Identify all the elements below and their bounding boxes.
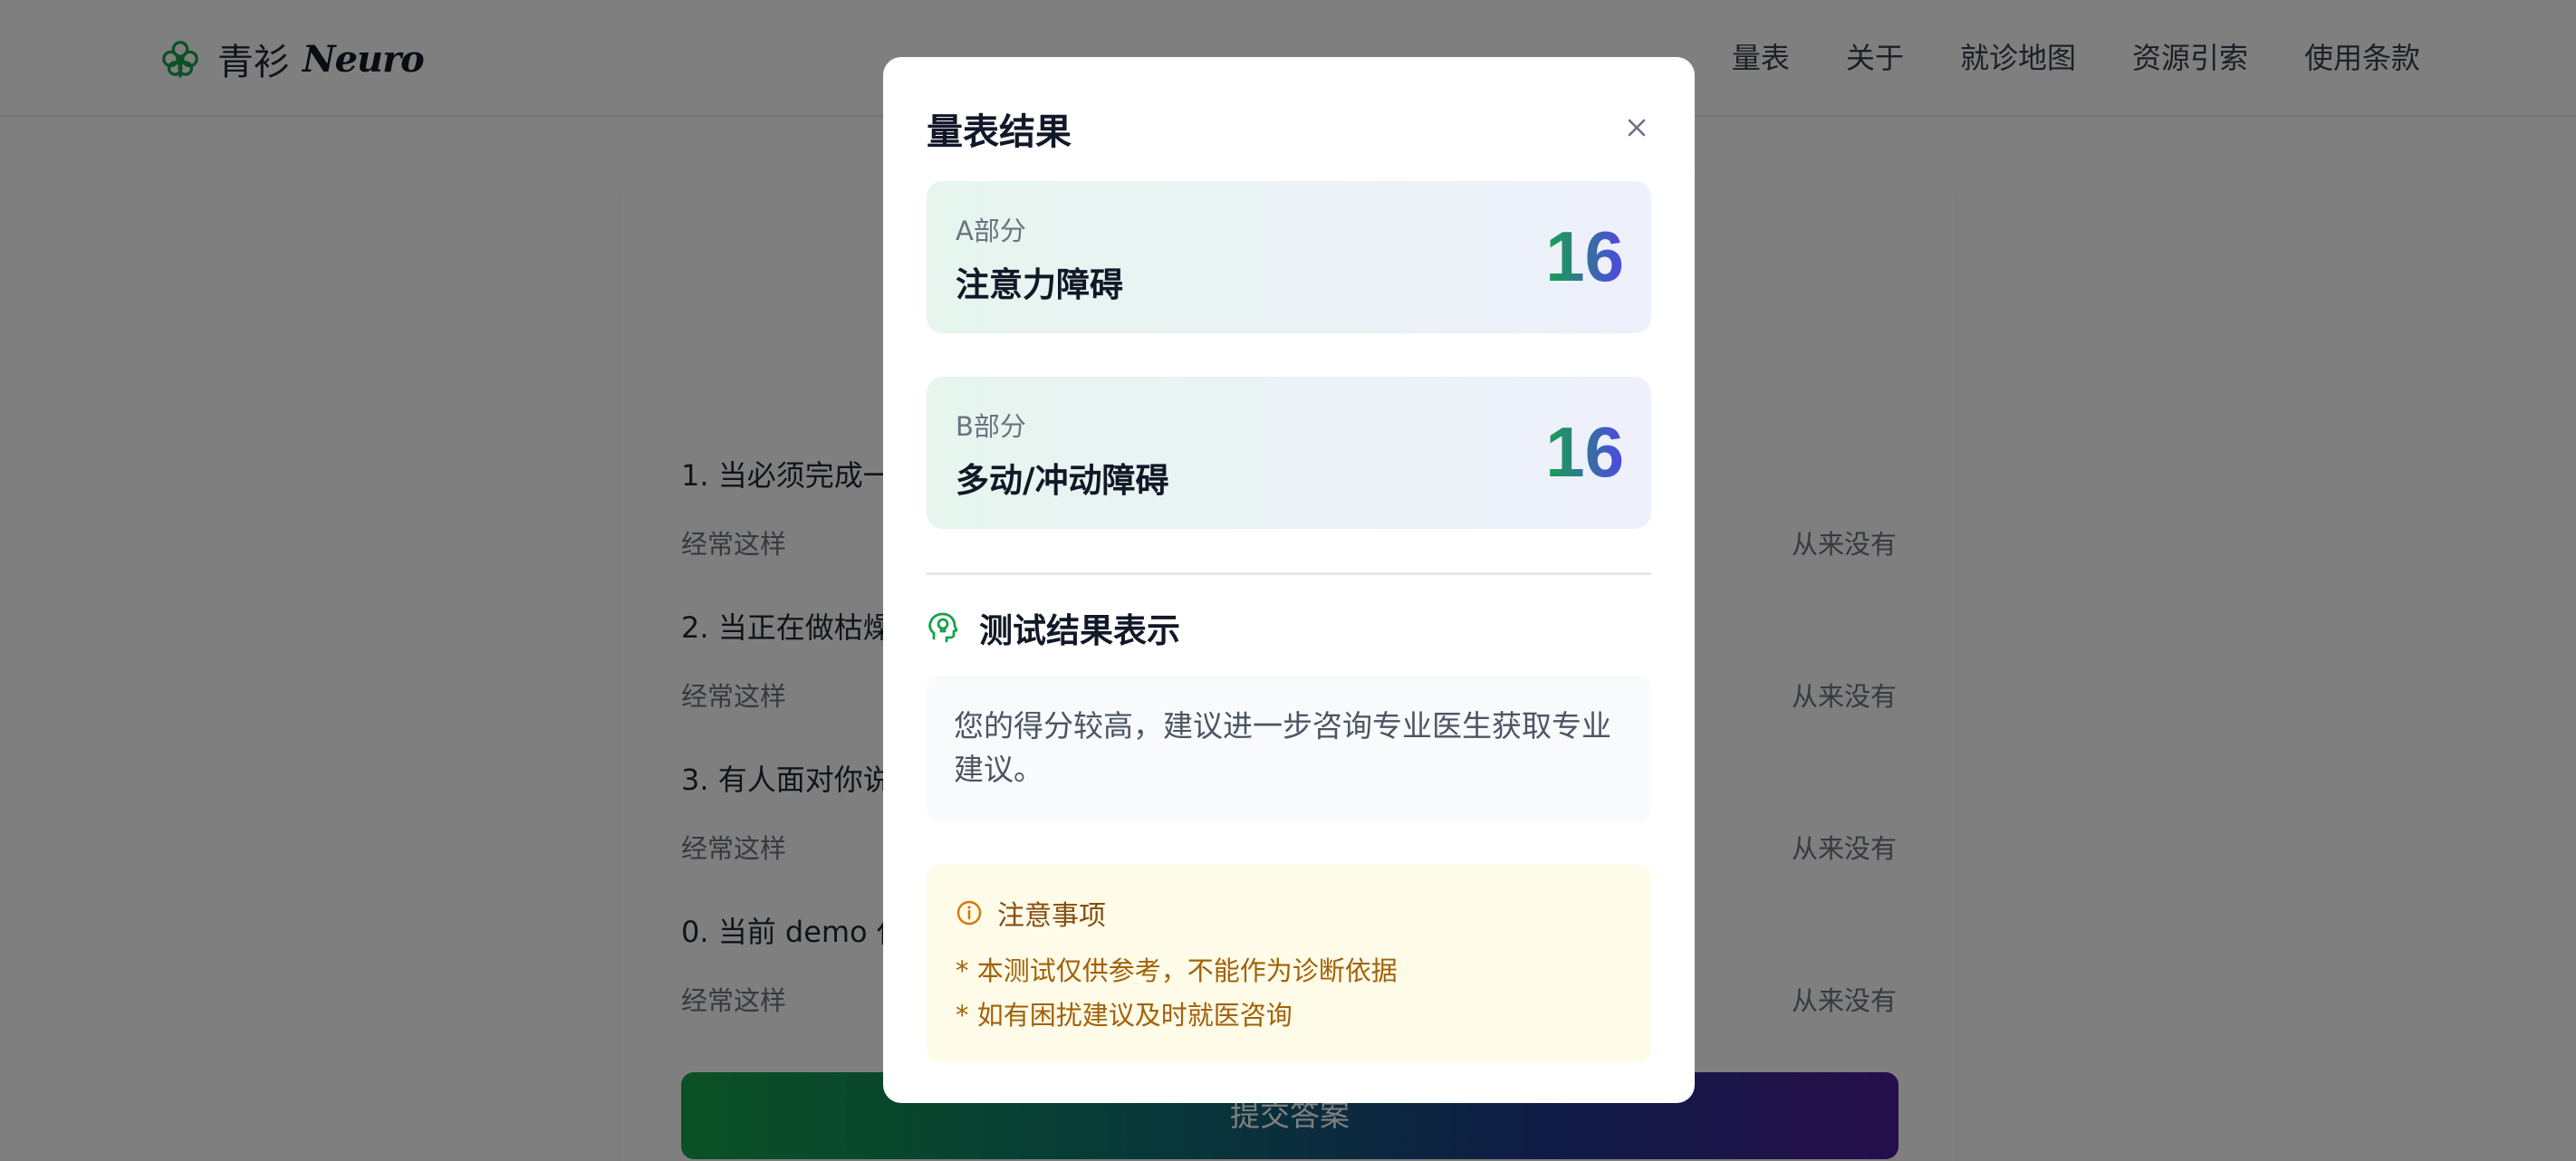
- notice-heading: 注意事项: [956, 892, 1106, 934]
- modal-title: 量表结果: [927, 111, 1072, 153]
- notice-title: 注意事项: [997, 900, 1106, 932]
- score-card-part-b: B部分 多动/冲动障碍 16: [927, 377, 1651, 529]
- notice-item: * 本测试仅供参考，不能作为诊断依据: [956, 955, 1398, 986]
- score-value: 16: [1545, 216, 1624, 296]
- score-card-category: 注意力障碍: [956, 265, 1123, 304]
- head-lightbulb-icon: [928, 612, 958, 643]
- result-section-title: 测试结果表示: [979, 611, 1180, 650]
- score-card-part-label: A部分: [956, 216, 1026, 246]
- score-card-part-label: B部分: [956, 411, 1026, 442]
- close-icon[interactable]: [1619, 110, 1655, 146]
- score-card-category: 多动/冲动障碍: [956, 461, 1169, 500]
- results-modal: 量表结果 A部分 注意力障碍 16 B部分 多动/冲动障碍 16 测试结果表示 …: [883, 57, 1695, 1103]
- score-value: 16: [1545, 412, 1624, 492]
- info-icon: [956, 900, 982, 926]
- notice-box: 注意事项 * 本测试仅供参考，不能作为诊断依据 * 如有困扰建议及时就医咨询: [927, 865, 1651, 1062]
- notice-item: * 如有困扰建议及时就医咨询: [956, 1000, 1293, 1031]
- score-card-part-a: A部分 注意力障碍 16: [927, 181, 1651, 333]
- result-description: 您的得分较高，建议进一步咨询专业医生获取专业建议。: [927, 676, 1651, 822]
- section-divider: [927, 572, 1651, 575]
- result-section-heading: 测试结果表示: [927, 605, 1180, 650]
